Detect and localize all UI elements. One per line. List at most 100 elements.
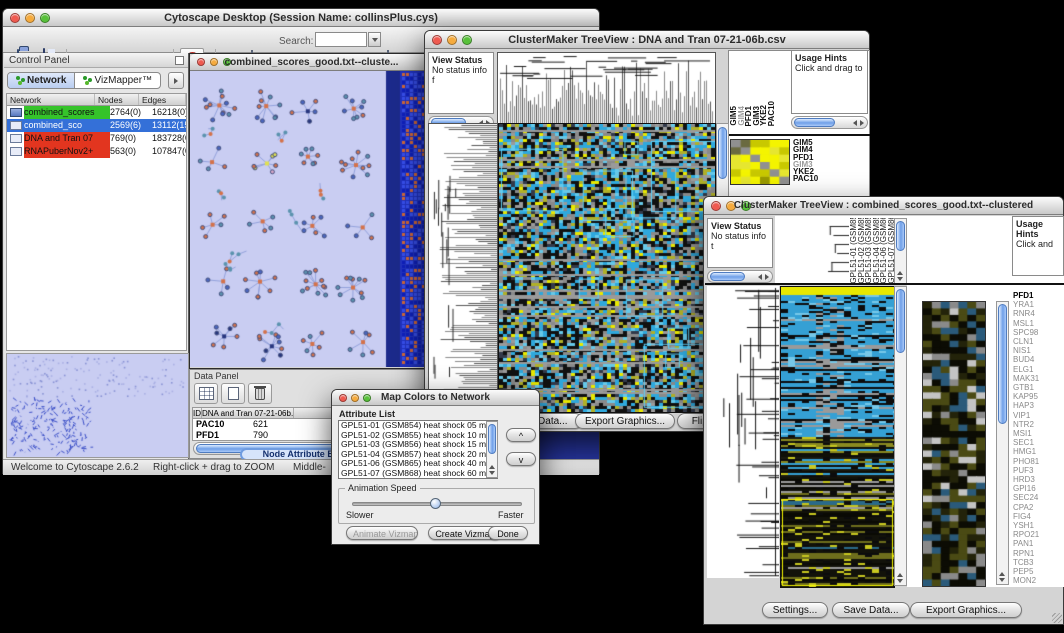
heatmap-canvas[interactable] xyxy=(498,123,716,413)
treeview1-title-bar[interactable]: ClusterMaker TreeView : DNA and Tran 07-… xyxy=(425,31,869,49)
dialog-action-button[interactable]: Done xyxy=(488,526,528,540)
scroll-up-arrow-icon[interactable] xyxy=(897,573,903,577)
move-down-button[interactable]: v xyxy=(506,452,536,466)
search-input[interactable] xyxy=(315,32,367,47)
scroll-down-arrow-icon[interactable] xyxy=(489,471,495,475)
desktop: Cytoscape Desktop (Session Name: collins… xyxy=(0,0,1064,633)
view-status-hscrollbar[interactable] xyxy=(707,270,773,283)
attribute-list[interactable]: GPL51-01 (GSM854) heat shock 05 minGPL51… xyxy=(338,420,498,479)
delete-attribute-icon[interactable] xyxy=(248,383,272,404)
gene-label: NIS1 xyxy=(1013,346,1063,355)
gene-label: NTR2 xyxy=(1013,420,1063,429)
usage-hints-title: Usage Hints xyxy=(1016,219,1060,239)
control-panel-header: Control Panel xyxy=(4,53,188,68)
labels-vscrollbar[interactable] xyxy=(894,218,907,284)
gene-label: GTB1 xyxy=(1013,383,1063,392)
column-header[interactable]: ID xyxy=(193,408,202,418)
treeview2-title-bar[interactable]: ClusterMaker TreeView : combined_scores_… xyxy=(704,197,1063,215)
scroll-right-arrow-icon[interactable] xyxy=(860,120,864,126)
scroll-right-arrow-icon[interactable] xyxy=(765,274,769,280)
network-row[interactable]: combined_sco 2569(6) 13112(15) xyxy=(7,119,186,132)
main-window-title: Cytoscape Desktop (Session Name: collins… xyxy=(3,9,599,26)
speed-slider-thumb[interactable] xyxy=(430,498,441,509)
scroll-up-arrow-icon[interactable] xyxy=(999,572,1005,576)
tab-item[interactable]: VizMapper™ xyxy=(74,73,160,88)
scroll-up-arrow-icon[interactable] xyxy=(897,271,903,275)
scroll-up-arrow-icon[interactable] xyxy=(489,465,495,469)
map-colors-dialog[interactable]: Map Colors to Network Attribute List GPL… xyxy=(331,389,540,545)
tab-overflow-button[interactable] xyxy=(168,72,184,89)
column-header[interactable]: Edges xyxy=(139,94,186,105)
scroll-down-arrow-icon[interactable] xyxy=(999,578,1005,582)
scroll-thumb[interactable] xyxy=(896,221,905,251)
list-vscrollbar[interactable] xyxy=(486,421,498,478)
zoom-heatmap-canvas[interactable] xyxy=(922,301,986,587)
mini-heatmap-col-labels: GIM5GIM4PFD1GIM3YKE2PAC10 xyxy=(730,52,776,126)
search-dropdown-button[interactable] xyxy=(368,32,381,47)
mini-correlation-heatmap[interactable] xyxy=(730,139,790,185)
column-header[interactable]: Network xyxy=(7,94,95,105)
network-name: DNA and Tran 07 xyxy=(24,132,110,145)
network-edges-count: 107847(0) xyxy=(152,145,186,158)
scroll-down-arrow-icon[interactable] xyxy=(897,579,903,583)
tab-item[interactable]: Network xyxy=(8,73,74,88)
scroll-thumb[interactable] xyxy=(794,118,835,127)
search-label: Search: xyxy=(279,34,313,50)
divider xyxy=(705,283,1064,285)
usage-hints-hscrollbar[interactable] xyxy=(791,116,868,129)
network-row[interactable]: DNA and Tran 07 769(0) 183728(0) xyxy=(7,132,186,145)
network-view-title-bar[interactable]: combined_scores_good.txt--cluste... xyxy=(190,54,433,71)
network-row[interactable]: combined_scores 2764(0) 16218(0) xyxy=(7,106,186,119)
gene-label: SEC24 xyxy=(1013,493,1063,502)
heatmap-canvas[interactable] xyxy=(780,286,895,588)
scroll-down-arrow-icon[interactable] xyxy=(897,277,903,281)
network-row[interactable]: RNAPuberNov2+ 563(0) 107847(0) xyxy=(7,145,186,158)
dialog-title-bar[interactable]: Map Colors to Network xyxy=(332,390,539,406)
column-header[interactable]: Nodes xyxy=(95,94,139,105)
dialog-action-button[interactable]: Animate Vizmap xyxy=(346,526,418,540)
treeview-action-button[interactable]: Export Graphics... xyxy=(910,602,1022,618)
gene-label: CLN1 xyxy=(1013,337,1063,346)
new-attribute-icon[interactable] xyxy=(221,383,245,404)
network-edges-count: 183728(0) xyxy=(152,132,186,145)
heatmap-vscrollbar[interactable] xyxy=(894,286,907,586)
treeview2-title: ClusterMaker TreeView : combined_scores_… xyxy=(704,197,1063,214)
gene-label: ELG1 xyxy=(1013,365,1063,374)
scroll-left-arrow-icon[interactable] xyxy=(758,274,762,280)
move-up-button[interactable]: ^ xyxy=(506,428,536,442)
treeview-action-button[interactable]: Save Data... xyxy=(832,602,910,618)
gene-label: SEC1 xyxy=(1013,438,1063,447)
gene-label: YRA1 xyxy=(1013,300,1063,309)
main-title-bar[interactable]: Cytoscape Desktop (Session Name: collins… xyxy=(3,9,599,27)
usage-hints-text: Click and drag to xyxy=(795,63,863,73)
treeview-action-button[interactable]: Export Graphics... xyxy=(575,413,675,429)
scroll-left-arrow-icon[interactable] xyxy=(853,120,857,126)
treeview1-title: ClusterMaker TreeView : DNA and Tran 07-… xyxy=(425,31,869,48)
row-dendrogram[interactable] xyxy=(428,123,498,413)
treeview-action-button[interactable]: Settings... xyxy=(762,602,828,618)
float-panel-icon[interactable] xyxy=(175,56,184,65)
row-id: PAC10 xyxy=(193,419,249,430)
scroll-thumb[interactable] xyxy=(718,127,727,179)
attribute-select-icon[interactable] xyxy=(194,383,218,404)
zoom-vscrollbar[interactable] xyxy=(996,301,1009,585)
network-view-window[interactable]: combined_scores_good.txt--cluste... xyxy=(189,53,434,369)
scroll-thumb[interactable] xyxy=(710,272,745,281)
row-dendrogram[interactable] xyxy=(707,286,779,578)
gene-label: YSH1 xyxy=(1013,521,1063,530)
scroll-thumb[interactable] xyxy=(896,289,905,353)
scroll-thumb[interactable] xyxy=(488,424,496,454)
resize-grip[interactable] xyxy=(1052,613,1062,623)
network-tab-icon xyxy=(16,76,20,80)
network-view-title: combined_scores_good.txt--cluste... xyxy=(190,54,433,70)
scroll-thumb[interactable] xyxy=(998,304,1007,424)
column-dendrogram[interactable] xyxy=(775,218,849,284)
birdseye-overview[interactable] xyxy=(6,353,189,458)
column-dendrogram[interactable] xyxy=(497,52,716,131)
network-canvas[interactable] xyxy=(190,71,433,367)
data-panel-header: Data Panel xyxy=(194,370,239,382)
gene-label: SPC98 xyxy=(1013,328,1063,337)
column-header[interactable]: DNA and Tran 07-21-06b. xyxy=(202,408,294,418)
treeview-combined-window[interactable]: ClusterMaker TreeView : combined_scores_… xyxy=(703,196,1064,625)
attribute-item[interactable]: GPL51-07 (GSM868) heat shock 60 min xyxy=(339,469,497,479)
